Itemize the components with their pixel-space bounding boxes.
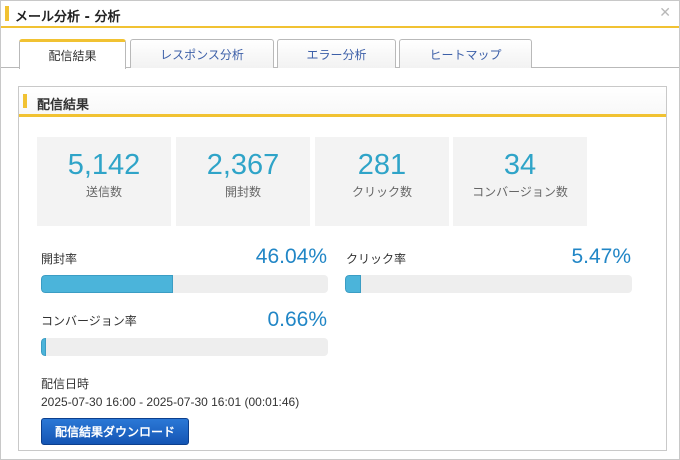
open-rate-value: 46.04% [255, 245, 327, 268]
tab-heatmap[interactable]: ヒートマップ [399, 39, 532, 68]
analysis-window: メール分析 - 分析 ✕ 配信結果 レスポンス分析 エラー分析 ヒートマップ 配… [0, 0, 680, 460]
click-rate-value: 5.47% [571, 245, 631, 268]
metric-value: 2,367 [206, 149, 280, 181]
metric-conversions: 34 コンバージョン数 [453, 137, 587, 226]
conversion-rate-label: コンバージョン率 [41, 314, 137, 328]
delivery-results-panel: 配信結果 5,142 送信数 2,367 開封数 281 クリック数 34 コン… [18, 86, 667, 451]
metric-clicks: 281 クリック数 [315, 137, 449, 226]
metric-label: 送信数 [85, 185, 122, 199]
download-results-button[interactable]: 配信結果ダウンロード [41, 418, 189, 445]
tab-label: レスポンス分析 [160, 47, 244, 62]
open-rate-bar [41, 275, 328, 293]
open-rate-bar-fill [41, 275, 174, 293]
title-accent-bar [5, 6, 9, 21]
conversion-rate-bar-fill [41, 338, 46, 356]
metric-label: 開封数 [224, 185, 261, 199]
tab-label: ヒートマップ [429, 47, 502, 62]
metric-value: 5,142 [67, 149, 141, 181]
open-rate-label: 開封率 [41, 252, 78, 266]
tab-response-analysis[interactable]: レスポンス分析 [130, 39, 274, 68]
panel-accent-bar [23, 94, 27, 108]
click-rate-label: クリック率 [346, 252, 407, 266]
download-button-label: 配信結果ダウンロード [54, 425, 175, 439]
click-rate-bar-fill [345, 275, 361, 293]
window-title: メール分析 - 分析 [15, 10, 121, 25]
delivery-date-value: 2025-07-30 16:00 - 2025-07-30 16:01 (00:… [41, 395, 300, 409]
tab-label: 配信結果 [48, 49, 97, 63]
metric-sent: 5,142 送信数 [37, 137, 171, 226]
tab-delivery-results[interactable]: 配信結果 [19, 39, 126, 69]
conversion-rate-value: 0.66% [267, 308, 327, 331]
metric-label: コンバージョン数 [472, 185, 568, 199]
panel-title: 配信結果 [37, 98, 90, 113]
conversion-rate-bar [41, 338, 328, 356]
delivery-date-label: 配信日時 [41, 377, 90, 391]
metric-value: 281 [357, 149, 407, 181]
click-rate-bar [345, 275, 632, 293]
tab-label: エラー分析 [306, 47, 367, 62]
tab-bar: 配信結果 レスポンス分析 エラー分析 ヒートマップ [19, 39, 669, 69]
metric-label: クリック数 [351, 185, 412, 199]
close-icon[interactable]: ✕ [659, 5, 671, 21]
metric-opened: 2,367 開封数 [176, 137, 310, 226]
metric-value: 34 [503, 149, 537, 181]
panel-header: 配信結果 [19, 87, 666, 117]
tab-error-analysis[interactable]: エラー分析 [277, 39, 396, 68]
title-bar: メール分析 - 分析 ✕ [1, 1, 679, 28]
